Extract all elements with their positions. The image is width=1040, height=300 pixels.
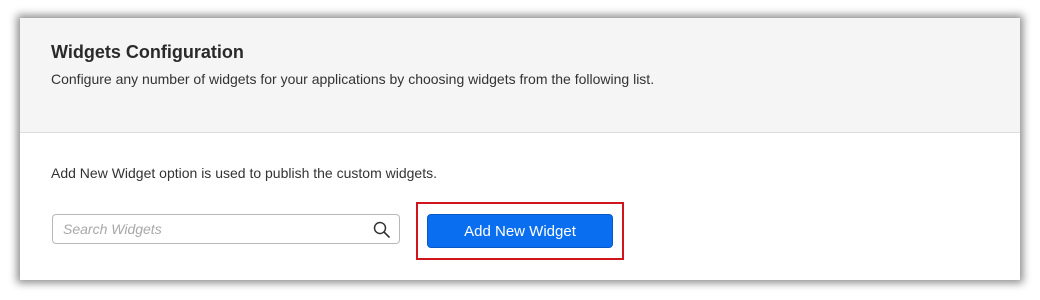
add-new-widget-button[interactable]: Add New Widget [427,214,613,248]
search-box[interactable] [52,214,400,244]
search-icon[interactable] [373,221,390,238]
panel-header: Widgets Configuration Configure any numb… [20,18,1020,133]
add-widget-note: Add New Widget option is used to publish… [51,165,437,181]
page-description: Configure any number of widgets for your… [51,71,655,87]
widgets-configuration-panel: Widgets Configuration Configure any numb… [20,18,1020,280]
page-title: Widgets Configuration [51,42,244,62]
search-input[interactable] [63,215,363,243]
